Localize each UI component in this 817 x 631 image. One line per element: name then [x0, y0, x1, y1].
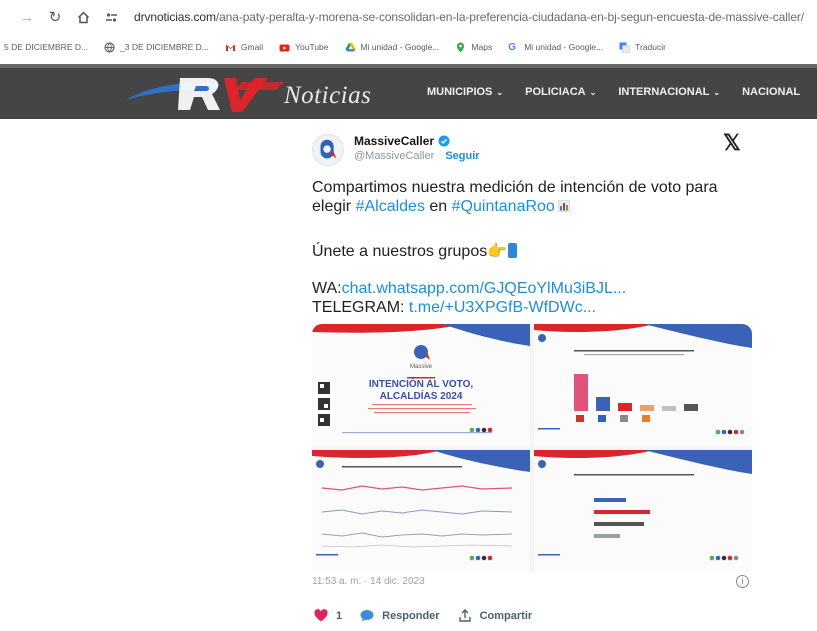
bookmark-label: 5 DE DICIEMBRE D...	[4, 42, 89, 52]
tweet-actions: 1 Responder Compartir	[314, 609, 550, 622]
bookmark-item[interactable]: Gmail	[225, 42, 263, 53]
x-logo-icon[interactable]: 𝕏	[723, 130, 741, 156]
tweet-paragraph: TELEGRAM: t.me/+U3XPGfB-WfDWc...	[312, 298, 596, 317]
info-icon[interactable]: i	[736, 575, 749, 588]
bar-chart-icon	[558, 200, 570, 212]
share-label: Compartir	[479, 609, 533, 622]
tweet-text-part: Únete a nuestros grupos👉	[312, 243, 508, 260]
media-image[interactable]	[534, 324, 752, 446]
chevron-down-icon: ⌄	[713, 87, 721, 97]
tweet-paragraph: WA:chat.whatsapp.com/GJQEoYlMu3iBJL...	[312, 279, 626, 298]
youtube-icon	[279, 44, 290, 51]
tweet-timestamp[interactable]: 11:53 a. m. · 14 dic. 2023	[312, 576, 425, 587]
like-count: 1	[336, 609, 343, 622]
media-image[interactable]	[534, 450, 752, 572]
nav-item-label: POLICIACA	[525, 86, 586, 98]
horizontal-bars-graphic	[534, 450, 752, 561]
media-image[interactable]: Massive INTENCIÓN AL VOTO, ALCALDÍAS 202…	[312, 324, 530, 446]
bookmark-item[interactable]: _3 DE DICIEMBRE D...	[104, 41, 209, 53]
tweet-paragraph: Compartimos nuestra medición de intenció…	[312, 178, 752, 216]
bookmark-item[interactable]: 5 DE DICIEMBRE D...	[4, 42, 88, 52]
share-icon	[458, 609, 471, 622]
hashtag-link[interactable]: #Alcaldes	[356, 198, 425, 215]
bookmark-label: Traducir	[635, 42, 666, 52]
chevron-down-icon: ⌄	[589, 87, 597, 97]
translate-icon	[619, 42, 630, 53]
line-chart-graphic	[312, 450, 530, 561]
site-info-icon[interactable]	[98, 4, 124, 30]
site-header: Noticias MUNICIPIOS ⌄ POLICIACA ⌄ INTERN…	[0, 64, 817, 119]
media-brand: Massive	[410, 364, 433, 370]
home-icon[interactable]	[70, 4, 96, 30]
author-handle[interactable]: @MassiveCaller	[354, 150, 434, 162]
logo-wordmark: Noticias	[284, 82, 372, 109]
mobile-phone-icon	[508, 243, 518, 258]
nav-item-policiaca[interactable]: POLICIACA ⌄	[525, 86, 596, 98]
poster-graphic: Massive INTENCIÓN AL VOTO, ALCALDÍAS 202…	[312, 324, 530, 434]
tweet-paragraph: Únete a nuestros grupos👉	[312, 242, 518, 261]
url-path: /ana-paty-peralta-y-morena-se-consolidan…	[215, 10, 805, 24]
tweet-media-grid: Massive INTENCIÓN AL VOTO, ALCALDÍAS 202…	[312, 324, 752, 572]
telegram-label: TELEGRAM:	[312, 299, 409, 316]
forward-icon[interactable]: →	[14, 4, 40, 30]
bookmark-label: YouTube	[295, 42, 329, 52]
author-avatar[interactable]	[312, 134, 344, 166]
chevron-down-icon: ⌄	[496, 87, 504, 97]
telegram-link[interactable]: t.me/+U3XPGfB-WfDWc...	[409, 299, 596, 316]
verified-badge-icon	[438, 135, 450, 147]
bookmark-item[interactable]: Mi unidad - Google...	[345, 42, 440, 53]
bookmark-item[interactable]: Traducir	[619, 42, 666, 53]
drive-icon	[345, 42, 355, 51]
nav-item-nacional[interactable]: NACIONAL	[742, 86, 800, 98]
author-name: MassiveCaller	[354, 134, 435, 148]
nav-item-municipios[interactable]: MUNICIPIOS ⌄	[427, 86, 503, 98]
author-name-row[interactable]: MassiveCaller	[354, 134, 450, 148]
bookmarks-bar: 5 DE DICIEMBRE D... _3 DE DICIEMBRE D...…	[0, 34, 817, 60]
reply-button[interactable]: Responder	[360, 609, 440, 622]
reply-bubble-icon	[360, 610, 374, 622]
bookmark-label: _3 DE DICIEMBRE D...	[120, 42, 209, 52]
media-title-line1: INTENCIÓN AL VOTO,	[369, 377, 473, 390]
main-nav: MUNICIPIOS ⌄ POLICIACA ⌄ INTERNACIONAL ⌄…	[427, 86, 817, 98]
media-title-line2: ALCALDÍAS 2024	[380, 389, 463, 402]
google-icon: G	[508, 41, 516, 53]
bar-chart-graphic	[534, 324, 752, 435]
nav-item-label: MUNICIPIOS	[427, 86, 493, 98]
like-button[interactable]: 1	[314, 609, 342, 622]
bookmark-item[interactable]: YouTube	[279, 42, 329, 53]
gmail-icon	[225, 44, 235, 51]
bookmark-label: Mi unidad - Google...	[524, 42, 604, 52]
drv-logo[interactable]	[124, 70, 294, 114]
heart-icon	[314, 609, 328, 622]
media-image[interactable]	[312, 450, 530, 572]
reply-label: Responder	[382, 609, 440, 622]
follow-button[interactable]: Seguir	[445, 150, 479, 162]
maps-icon	[457, 42, 465, 52]
tweet-text-part: en	[424, 198, 452, 215]
url-host: drvnoticias.com	[134, 10, 216, 24]
embedded-tweet: MassiveCaller @MassiveCaller Seguir 𝕏 Co…	[300, 120, 762, 631]
whatsapp-link[interactable]: chat.whatsapp.com/GJQEoYlMu3iBJL...	[342, 280, 627, 297]
browser-url-bar: → ↻ drvnoticias.com/ana-paty-peralta-y-m…	[0, 0, 817, 34]
hashtag-link[interactable]: #QuintanaRoo	[452, 198, 555, 215]
globe-icon	[104, 41, 115, 53]
nav-item-internacional[interactable]: INTERNACIONAL ⌄	[618, 86, 720, 98]
bookmark-label: Gmail	[240, 42, 264, 52]
nav-item-label: INTERNACIONAL	[618, 86, 710, 98]
reload-icon[interactable]: ↻	[42, 4, 68, 30]
bookmark-item[interactable]: Maps	[455, 42, 492, 53]
bookmark-item[interactable]: G Mi unidad - Google...	[508, 42, 603, 53]
handle-row: @MassiveCaller Seguir	[354, 150, 480, 162]
share-button[interactable]: Compartir	[458, 609, 533, 622]
nav-item-label: NACIONAL	[742, 86, 801, 98]
whatsapp-label: WA:	[312, 280, 342, 297]
bookmark-label: Maps	[471, 42, 493, 52]
bookmark-label: Mi unidad - Google...	[360, 42, 440, 52]
address-input[interactable]: drvnoticias.com/ana-paty-peralta-y-moren…	[134, 10, 804, 24]
